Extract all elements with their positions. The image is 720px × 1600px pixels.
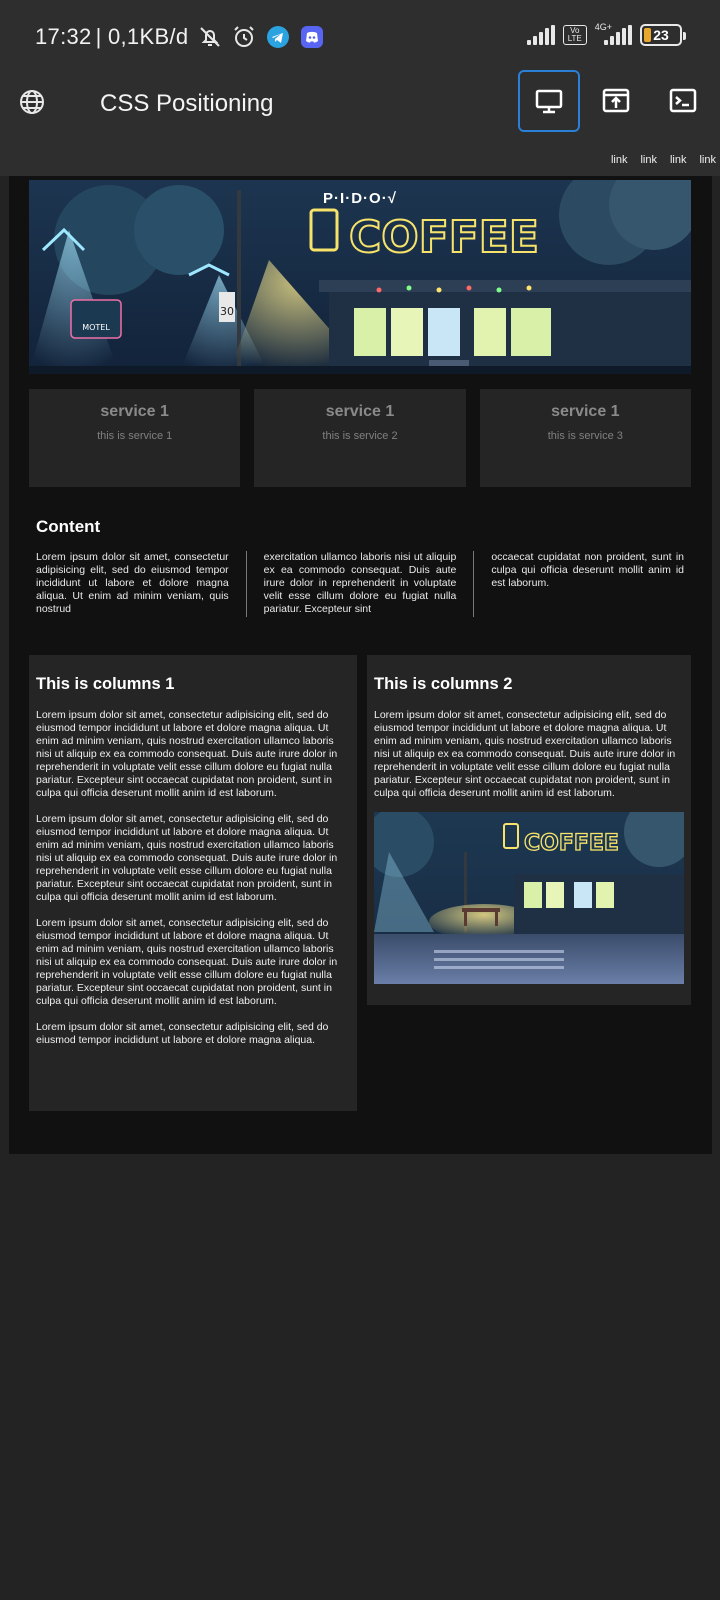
content-column-2: exercitation ullamco laboris nisi ut ali… xyxy=(245,551,474,617)
nav-link-4[interactable]: link xyxy=(699,154,716,166)
battery-icon: 23 xyxy=(640,24,686,46)
app-title: CSS Positioning xyxy=(100,90,274,117)
preview-page: 30 MOTEL COFFEE P·I·D·O·√ service 1 this… xyxy=(9,176,712,1154)
terminal-icon xyxy=(669,88,697,113)
columns-1-paragraph: Lorem ipsum dolor sit amet, consectetur … xyxy=(36,917,338,1007)
content-column-3: occaecat cupidatat non proident, sunt in… xyxy=(473,551,684,617)
globe-icon[interactable] xyxy=(18,88,46,116)
image-sign-text: COFFEE xyxy=(524,831,619,856)
hero-brand: P·I·D·O·√ xyxy=(323,190,397,207)
desktop-preview-button[interactable] xyxy=(518,70,580,132)
service-card: service 1 this is service 3 xyxy=(479,389,691,487)
service-card: service 1 this is service 1 xyxy=(29,389,241,487)
service-desc: this is service 1 xyxy=(97,430,173,442)
nav-link-1[interactable]: link xyxy=(611,154,628,166)
hero-image: 30 MOTEL COFFEE xyxy=(29,180,691,374)
volte-badge: Vo LTE xyxy=(562,25,587,45)
columns-1-paragraph: Lorem ipsum dolor sit amet, consectetur … xyxy=(36,709,338,799)
service-desc: this is service 3 xyxy=(547,430,623,442)
service-title: service 1 xyxy=(100,403,169,420)
status-left: 17:32 | 0,1KB/d xyxy=(35,24,324,50)
monitor-icon xyxy=(535,89,563,114)
open-in-new-icon xyxy=(602,88,630,113)
content-heading: Content xyxy=(36,517,101,536)
clock: 17:32 xyxy=(35,24,92,49)
services-row: service 1 this is service 1 service 1 th… xyxy=(29,389,691,487)
nav-link-3[interactable]: link xyxy=(670,154,687,166)
open-external-button[interactable] xyxy=(585,70,647,132)
battery-level: 23 xyxy=(653,27,669,43)
service-title: service 1 xyxy=(551,403,620,420)
service-desc: this is service 2 xyxy=(322,430,398,442)
columns-1-paragraph: Lorem ipsum dolor sit amet, consectetur … xyxy=(36,813,338,903)
columns-1-box: This is columns 1 Lorem ipsum dolor sit … xyxy=(29,655,357,1111)
hero-banner: 30 MOTEL COFFEE P·I·D·O·√ xyxy=(29,180,691,374)
app-bar: CSS Positioning link link link link xyxy=(0,64,720,176)
status-bar: 17:32 | 0,1KB/d Vo LTE 4G+ 23 xyxy=(0,0,720,64)
status-right: Vo LTE 4G+ 23 xyxy=(526,22,686,46)
motel-sign-text: MOTEL xyxy=(82,323,110,332)
discord-icon xyxy=(301,26,324,48)
alarm-icon xyxy=(234,26,255,47)
nav-link-2[interactable]: link xyxy=(640,154,657,166)
console-button[interactable] xyxy=(652,70,714,132)
signal-icon xyxy=(526,25,555,45)
content-columns: Lorem ipsum dolor sit amet, consectetur … xyxy=(36,551,684,617)
service-card: service 1 this is service 2 xyxy=(254,389,466,487)
speed-sign-text: 30 xyxy=(220,305,234,318)
coffee-shop-image: COFFEE xyxy=(374,812,684,984)
service-title: service 1 xyxy=(325,403,395,420)
content-column-1: Lorem ipsum dolor sit amet, consectetur … xyxy=(36,551,229,615)
coffee-shop-illustration: COFFEE xyxy=(374,812,684,984)
columns-2-box: This is columns 2 Lorem ipsum dolor sit … xyxy=(367,655,691,1005)
bell-off-icon xyxy=(200,27,221,47)
columns-2-paragraph: Lorem ipsum dolor sit amet, consectetur … xyxy=(374,709,676,799)
network-type: 4G+ xyxy=(594,22,612,32)
nav-links: link link link link xyxy=(611,154,716,166)
coffee-sign-text: COFFEE xyxy=(349,212,539,263)
net-speed: | 0,1KB/d xyxy=(95,24,189,49)
telegram-icon xyxy=(267,26,290,48)
columns-1-paragraph: Lorem ipsum dolor sit amet, consectetur … xyxy=(36,1021,329,1046)
columns-1-title: This is columns 1 xyxy=(36,675,175,693)
columns-2-title: This is columns 2 xyxy=(374,675,513,693)
